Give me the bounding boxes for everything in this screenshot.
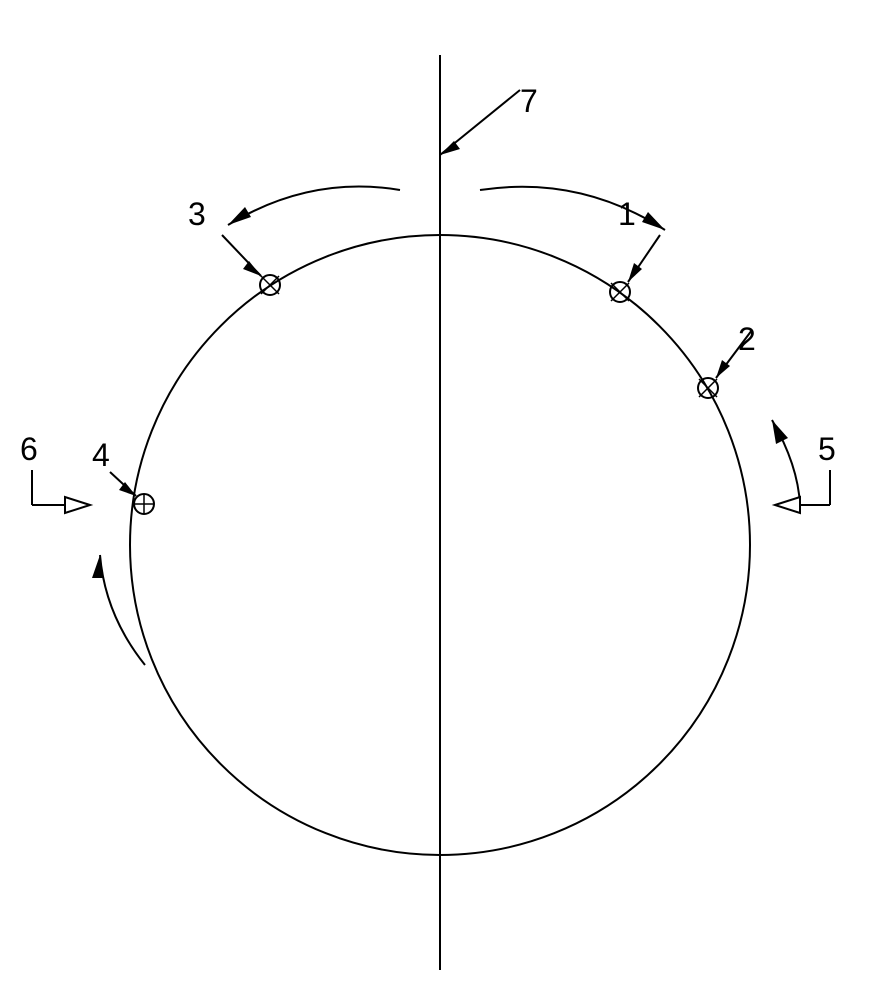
point-2: 2 [698, 321, 756, 398]
arrow-top-left [228, 187, 400, 225]
label-7: 7 [520, 83, 538, 119]
diagram-canvas: 1 2 3 4 [0, 0, 888, 1000]
label-7-leader: 7 [440, 83, 538, 155]
arrow-right-side [772, 420, 800, 505]
side-marker-6: 6 [20, 431, 90, 513]
label-3: 3 [188, 196, 206, 232]
label-1: 1 [618, 196, 636, 232]
point-3: 3 [188, 196, 280, 295]
label-6: 6 [20, 431, 38, 467]
label-4: 4 [92, 437, 110, 473]
label-2: 2 [738, 321, 756, 357]
arrow-top-right [480, 187, 665, 230]
label-5: 5 [818, 431, 836, 467]
